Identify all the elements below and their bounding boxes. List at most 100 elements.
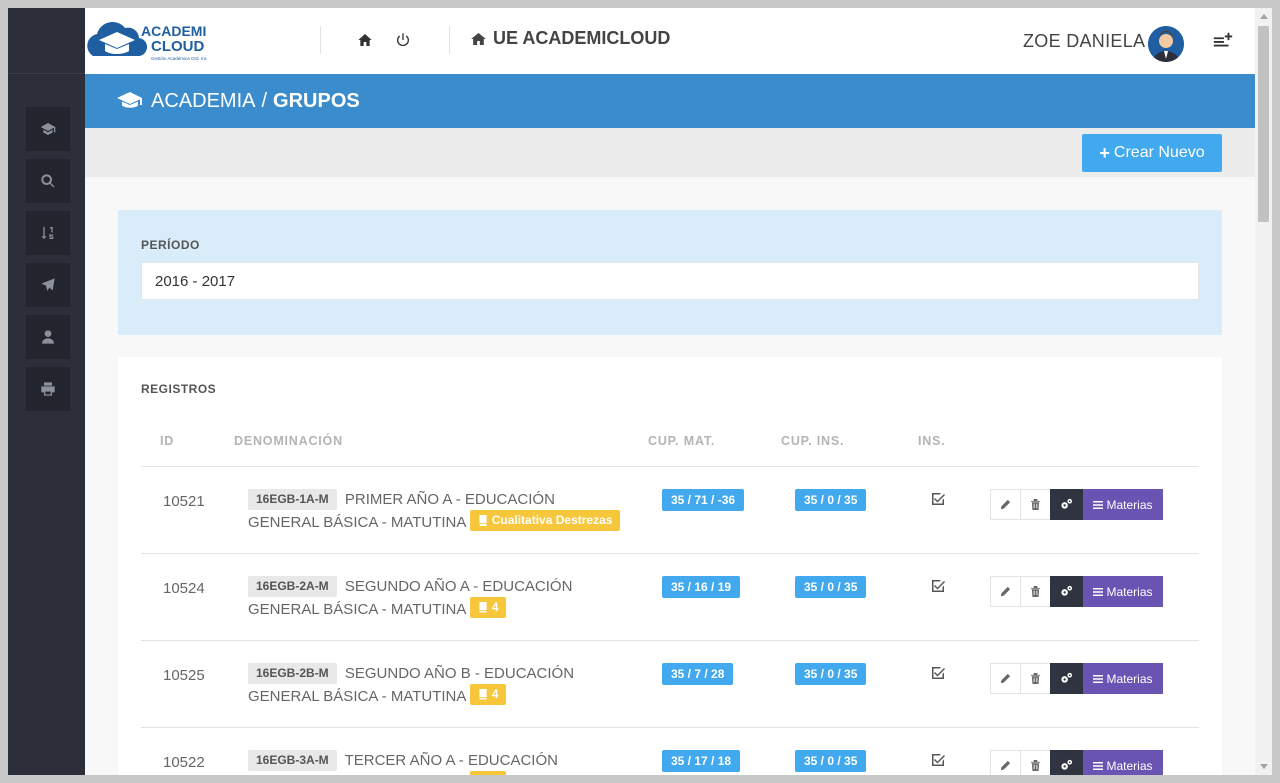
group-code-badge: 16EGB-2B-M (248, 663, 337, 684)
scroll-down-button[interactable] (1255, 758, 1272, 775)
home-icon (471, 32, 486, 45)
pencil-icon (1000, 586, 1011, 597)
list-icon (1093, 587, 1104, 596)
list-icon (1093, 761, 1104, 770)
user-name[interactable]: ZOE DANIELA (1023, 31, 1145, 52)
row-denominacion: 16EGB-2B-M SEGUNDO AÑO B - EDUCACIÓN GEN… (248, 663, 628, 707)
sidebar-top (8, 8, 85, 74)
home-button[interactable] (355, 30, 375, 50)
plus-icon: + (1099, 142, 1110, 163)
period-select[interactable]: 2016 - 2017 (141, 262, 1199, 300)
materias-label: Materias (1106, 758, 1153, 773)
scroll-up-button[interactable] (1255, 8, 1272, 25)
subject-count-badge: 4 (469, 684, 507, 705)
row-id: 10522 (163, 754, 205, 771)
settings-button[interactable] (1050, 750, 1083, 775)
scroll-thumb[interactable] (1258, 26, 1269, 222)
checkbox-checked-icon (932, 667, 945, 679)
logo-tagline: Gestión Académica Ord. Inc (151, 56, 208, 61)
materias-label: Materias (1106, 497, 1153, 512)
checkbox-checked-icon (932, 754, 945, 766)
breadcrumb-academia[interactable]: ACADEMIA (151, 90, 255, 113)
sidebar-item-send[interactable] (26, 263, 70, 307)
sidebar-item-print[interactable] (26, 367, 70, 411)
table-row: 10524 16EGB-2A-M SEGUNDO AÑO A - EDUCACI… (141, 554, 1199, 641)
column-header-id[interactable]: ID (160, 434, 174, 448)
column-header-cup-mat[interactable]: CUP. MAT. (648, 434, 715, 448)
sort-numeric-icon (41, 227, 54, 239)
book-icon (479, 515, 487, 526)
row-denominacion: 16EGB-1A-M PRIMER AÑO A - EDUCACIÓN GENE… (248, 489, 628, 533)
delete-button[interactable] (1020, 489, 1051, 520)
list-icon (1093, 500, 1104, 509)
toolbar: + Crear Nuevo (85, 128, 1255, 177)
column-header-denominacion[interactable]: DENOMINACIÓN (234, 434, 343, 448)
table-row: 10522 16EGB-3A-M TERCER AÑO A - EDUCACIÓ… (141, 728, 1199, 775)
cup-ins-badge: 35 / 0 / 35 (795, 489, 867, 511)
row-actions: Materias (990, 663, 1163, 694)
inscription-check (931, 666, 945, 680)
create-new-button[interactable]: + Crear Nuevo (1082, 134, 1222, 172)
top-bar: ACADEMI CLOUD Gestión Académica Ord. Inc… (85, 8, 1255, 74)
print-icon (41, 382, 55, 396)
menu-toggle-button[interactable] (1212, 30, 1234, 52)
settings-button[interactable] (1050, 489, 1083, 520)
group-code-badge: 16EGB-3A-M (248, 750, 337, 771)
pencil-icon (1000, 760, 1011, 771)
group-code-badge: 16EGB-2A-M (248, 576, 337, 597)
delete-button[interactable] (1020, 663, 1051, 694)
edit-button[interactable] (990, 663, 1021, 694)
materias-button[interactable]: Materias (1083, 750, 1163, 775)
materias-button[interactable]: Materias (1083, 489, 1163, 520)
cup-ins-badge: 35 / 0 / 35 (795, 663, 867, 685)
cogs-icon (1061, 759, 1073, 770)
list-icon (1093, 674, 1104, 683)
delete-button[interactable] (1020, 750, 1051, 775)
institution-name: UE ACADEMICLOUD (470, 28, 670, 49)
cup-ins-badge: 35 / 0 / 35 (795, 750, 867, 772)
materias-button[interactable]: Materias (1083, 663, 1163, 694)
search-icon (41, 174, 55, 188)
trash-icon (1030, 673, 1041, 684)
paper-plane-icon (41, 278, 55, 291)
list-add-icon (1213, 32, 1233, 47)
materias-label: Materias (1106, 584, 1153, 599)
column-header-cup-ins[interactable]: CUP. INS. (781, 434, 844, 448)
sidebar-item-sort[interactable] (26, 211, 70, 255)
period-label: PERÍODO (141, 238, 200, 252)
period-filter: PERÍODO 2016 - 2017 (118, 210, 1222, 335)
create-new-label: Crear Nuevo (1113, 144, 1205, 161)
materias-label: Materias (1106, 671, 1153, 686)
subject-count-badge: 4 (469, 597, 507, 618)
sidebar-item-search[interactable] (26, 159, 70, 203)
column-header-ins[interactable]: INS. (918, 434, 946, 448)
cup-mat-badge: 35 / 7 / 28 (662, 663, 734, 685)
inscription-check (931, 753, 945, 767)
graduation-cap-icon (117, 92, 142, 108)
materias-button[interactable]: Materias (1083, 576, 1163, 607)
delete-button[interactable] (1020, 576, 1051, 607)
tag-label: Cualitativa Destrezas (491, 513, 613, 527)
logout-button[interactable] (393, 30, 413, 50)
edit-button[interactable] (990, 576, 1021, 607)
tag-label: 4 (491, 687, 499, 701)
sidebar-item-user[interactable] (26, 315, 70, 359)
settings-button[interactable] (1050, 663, 1083, 694)
graduation-cap-icon (40, 123, 56, 135)
avatar[interactable] (1148, 26, 1184, 62)
checkbox-checked-icon (932, 493, 945, 505)
sidebar-item-academia[interactable] (26, 107, 70, 151)
edit-button[interactable] (990, 750, 1021, 775)
trash-icon (1030, 586, 1041, 597)
row-id: 10525 (163, 667, 205, 684)
academicloud-logo[interactable]: ACADEMI CLOUD Gestión Académica Ord. Inc (85, 16, 220, 68)
settings-button[interactable] (1050, 576, 1083, 607)
inscription-check (931, 492, 945, 506)
vertical-scrollbar[interactable] (1255, 8, 1272, 775)
pencil-icon (1000, 673, 1011, 684)
user-icon (42, 330, 54, 344)
records-panel: REGISTROS ID DENOMINACIÓN CUP. MAT. CUP.… (118, 357, 1222, 775)
breadcrumb-separator: / (261, 89, 268, 112)
edit-button[interactable] (990, 489, 1021, 520)
inscription-check (931, 579, 945, 593)
